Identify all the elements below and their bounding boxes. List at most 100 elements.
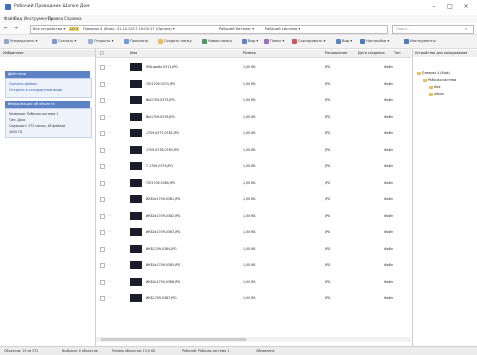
row-checkbox[interactable] bbox=[100, 197, 105, 202]
pin-icon[interactable]: ⋯ bbox=[107, 213, 111, 218]
tb-organize[interactable]: Упорядочить ▾ bbox=[4, 38, 37, 45]
breadcrumb-device[interactable]: Плеерах 4 (Ktok): 31.10.2017 19:05:17 (O… bbox=[83, 27, 175, 31]
breadcrumb-highlight[interactable]: LO.3 bbox=[69, 27, 79, 31]
collapse-icon[interactable]: × bbox=[8, 102, 88, 106]
col-type[interactable]: Тип bbox=[394, 51, 401, 55]
row-checkbox[interactable] bbox=[100, 131, 105, 136]
table-row[interactable]: ⋯ ИКБ0с1709-0381.JPG 1,00 КБ JPG Файл bbox=[96, 193, 411, 205]
pin-icon[interactable]: ⋯ bbox=[107, 246, 111, 251]
tb-search[interactable]: Поиск ▾ bbox=[264, 38, 284, 45]
search-placeholder: Поиск... bbox=[396, 27, 411, 31]
col-extension[interactable]: Расширение bbox=[325, 51, 347, 55]
table-row[interactable]: ⋯ ИКБ1709-0387.JPG 1,00 КБ JPG Файл bbox=[96, 292, 411, 304]
row-checkbox[interactable] bbox=[100, 279, 105, 285]
tasks-panel-header[interactable]: Действия × bbox=[5, 71, 90, 78]
table-row[interactable]: ⋯ 1709-0378-0783.JPG 1,00 КБ JPG Файл bbox=[96, 144, 411, 156]
task-open-standard[interactable]: Открыть в стандартном виде bbox=[9, 88, 62, 92]
table-row[interactable]: ⋯ ВЫ1709-0376.JPG 1,00 КБ JPG Файл bbox=[96, 111, 411, 123]
tb-view2[interactable]: Вид ▾ bbox=[336, 38, 352, 45]
row-checkbox[interactable] bbox=[100, 213, 105, 219]
tb-folder[interactable]: Новая папка bbox=[202, 38, 232, 45]
row-checkbox[interactable] bbox=[100, 81, 105, 87]
file-extension: JPG bbox=[325, 98, 331, 102]
search-input[interactable]: Поиск... ⌕ bbox=[392, 25, 474, 34]
tb-download[interactable]: Скачать ▾ bbox=[52, 38, 76, 45]
row-checkbox[interactable] bbox=[100, 114, 105, 120]
file-size: 1,00 КБ bbox=[243, 65, 256, 69]
horizontal-scrollbar[interactable] bbox=[96, 337, 411, 342]
col-size[interactable]: Размер bbox=[243, 51, 256, 55]
table-row[interactable]: ⋯ ВЫ1709-0375.JPG 1,00 КБ JPG Файл bbox=[96, 94, 411, 106]
tree-album[interactable]: album bbox=[429, 92, 444, 96]
pin-icon[interactable]: ⋯ bbox=[107, 262, 111, 267]
pin-icon[interactable]: ⋯ bbox=[107, 81, 111, 86]
tb-download-label: Скачать ▾ bbox=[58, 39, 77, 43]
file-extension: JPG bbox=[325, 65, 331, 69]
menu-edit[interactable]: Правка bbox=[48, 16, 63, 21]
table-row[interactable]: ⋯ ИКБ0с1709-0383.JPG 1,00 КБ JPG Файл bbox=[96, 226, 411, 238]
pin-icon[interactable]: ⋯ bbox=[107, 279, 111, 284]
close-button[interactable]: × bbox=[459, 2, 473, 12]
pin-icon[interactable]: ⋯ bbox=[107, 64, 111, 69]
table-row[interactable]: ⋯ ИКБ0с1709-0386.JPG 1,00 КБ JPG Файл bbox=[96, 276, 411, 288]
tb-new-folder[interactable]: Создать папку bbox=[158, 38, 192, 45]
tb-tools[interactable]: Инструменты bbox=[404, 38, 436, 45]
col-name[interactable]: Имя bbox=[130, 51, 137, 55]
pin-icon[interactable]: ⋯ bbox=[107, 180, 111, 185]
breadcrumb-system[interactable]: Рабочий система ▾ bbox=[265, 27, 300, 31]
details-panel-header[interactable]: Информация об объекте × bbox=[5, 101, 90, 108]
tb-view[interactable]: Вид ▾ bbox=[242, 38, 258, 45]
row-checkbox[interactable] bbox=[100, 263, 105, 268]
tree-system[interactable]: Рабочая система bbox=[423, 78, 456, 82]
pin-icon[interactable]: ⋯ bbox=[107, 147, 111, 152]
tb-open[interactable]: Открыть ▾ bbox=[88, 38, 113, 45]
row-checkbox[interactable] bbox=[100, 164, 105, 169]
row-checkbox[interactable] bbox=[100, 246, 105, 252]
tb-sort[interactable]: Сортировать ▾ bbox=[292, 38, 325, 45]
menu-view[interactable]: Вид bbox=[14, 16, 22, 21]
minimize-button[interactable]: – bbox=[427, 2, 441, 12]
table-row[interactable]: ⋯ Т-1709-0379.JPG 1,00 КБ JPG Файл bbox=[96, 160, 411, 172]
tree-disk[interactable]: disk bbox=[429, 85, 440, 89]
app-icon bbox=[5, 4, 11, 10]
table-row[interactable]: ⋯ ТЮ1709-0374.JPG 1,00 КБ JPG Файл bbox=[96, 78, 411, 90]
tb-settings[interactable]: Настройки ▾ bbox=[360, 38, 389, 45]
tree-device[interactable]: Плеерах 4 (Ktok) bbox=[417, 71, 450, 75]
maximize-button[interactable]: □ bbox=[443, 2, 457, 12]
row-checkbox[interactable] bbox=[100, 180, 105, 186]
task-download-files[interactable]: Скачать файлы bbox=[9, 82, 37, 86]
file-type: Файл bbox=[384, 147, 393, 152]
row-checkbox[interactable] bbox=[100, 147, 105, 153]
pin-icon[interactable]: ⋯ bbox=[107, 229, 111, 234]
pin-icon[interactable]: ⋯ bbox=[107, 163, 111, 168]
tb-sort-label: Сортировать ▾ bbox=[298, 39, 326, 43]
table-row[interactable]: ⋯ ИКБ0с1709-0382.JPG 1,00 КБ JPG Файл bbox=[96, 210, 411, 222]
row-checkbox[interactable] bbox=[100, 230, 105, 235]
row-checkbox[interactable] bbox=[100, 98, 105, 103]
breadcrumb-root[interactable]: Все устройства ▾ bbox=[33, 27, 65, 31]
address-bar[interactable]: Все устройства ▾ LO.3 Плеерах 4 (Ktok): … bbox=[30, 25, 388, 34]
title-bar: Рабочий Проводник Шапке Дом – □ × bbox=[0, 0, 477, 14]
breadcrumb-catalog[interactable]: Рабочий Каталог ▾ bbox=[219, 27, 254, 31]
collapse-icon[interactable]: × bbox=[8, 72, 88, 76]
back-icon[interactable]: ← bbox=[4, 26, 8, 31]
forward-icon[interactable]: → bbox=[14, 26, 18, 31]
pin-icon[interactable]: ⋯ bbox=[107, 196, 111, 201]
row-checkbox[interactable] bbox=[100, 296, 105, 301]
pin-icon[interactable]: ⋯ bbox=[107, 114, 111, 119]
table-row[interactable]: ⋯ ТЮ1709-0380.JPG 1,00 КБ JPG Файл bbox=[96, 177, 411, 189]
tb-preview[interactable]: Просмотр bbox=[124, 38, 148, 45]
pin-icon[interactable]: ⋯ bbox=[107, 97, 111, 102]
scrollbar-thumb[interactable] bbox=[101, 338, 246, 341]
table-row[interactable]: ⋯ IMG-файл-0311.JPG 1,00 КБ JPG Файл bbox=[96, 61, 411, 73]
table-row[interactable]: ⋯ ИКБ1709-0384.JPG 1,00 КБ JPG Файл bbox=[96, 243, 411, 255]
pin-icon[interactable]: ⋯ bbox=[107, 295, 111, 300]
select-all-checkbox[interactable]: □ bbox=[100, 50, 104, 55]
pin-icon[interactable]: ⋯ bbox=[107, 130, 111, 135]
table-row[interactable]: ⋯ ИКБ0с1709-0385.JPG 1,00 КБ JPG Файл bbox=[96, 259, 411, 271]
table-row[interactable]: ⋯ 1709-0377-0782.JPG 1,00 КБ JPG Файл bbox=[96, 127, 411, 139]
search-icon[interactable]: ⌕ bbox=[465, 26, 467, 31]
row-checkbox[interactable] bbox=[100, 65, 105, 70]
col-date[interactable]: Дата создания bbox=[358, 51, 384, 55]
menu-help[interactable]: Справка bbox=[64, 16, 82, 21]
